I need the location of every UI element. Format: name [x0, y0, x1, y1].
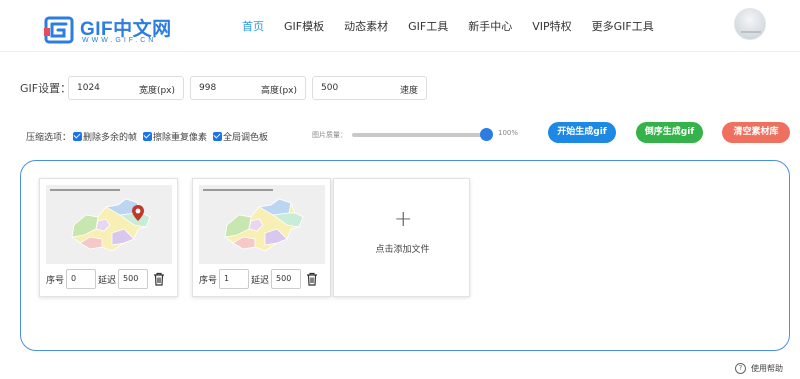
speed-unit: 速度	[399, 86, 418, 96]
nav-more-tools[interactable]: 更多GIF工具	[592, 18, 654, 36]
frame-card[interactable]: 序号 0 延迟 500	[39, 178, 178, 297]
frame-card[interactable]: 序号 1 延迟 500	[192, 178, 331, 297]
frame-index-input[interactable]: 1	[219, 269, 250, 289]
header: GIF中文网 WWW.GIF.CN 首页 GIF模板 动态素材 GIF工具 新手…	[0, 0, 800, 52]
speed-field[interactable]: 速度	[312, 76, 427, 100]
width-input[interactable]	[77, 83, 137, 93]
question-icon: ?	[735, 362, 746, 374]
frame-thumbnail	[46, 185, 172, 264]
map-image	[71, 198, 151, 252]
width-unit: 宽度(px)	[138, 86, 175, 96]
quality-value: 100%	[498, 129, 519, 137]
trash-icon[interactable]	[306, 272, 318, 286]
compression-options: 压缩选项： 删除多余的帧 擦除重复像素 全局调色板	[26, 128, 274, 144]
quality-control: 图片质量： 100%	[312, 128, 518, 142]
quality-label: 图片质量：	[312, 131, 347, 139]
height-field[interactable]: 高度(px)	[190, 76, 306, 100]
trash-icon[interactable]	[153, 272, 165, 286]
add-file-card[interactable]: + 点击添加文件	[333, 178, 470, 297]
nav-vip[interactable]: VIP特权	[532, 18, 571, 36]
frame-delay-input[interactable]: 500	[271, 269, 302, 289]
frame-delay-input[interactable]: 500	[118, 269, 149, 289]
start-generate-button[interactable]: 开始生成gif	[548, 122, 616, 143]
nav-home[interactable]: 首页	[242, 18, 264, 36]
frame-index-input[interactable]: 0	[66, 269, 97, 289]
checkbox-remove-frames[interactable]: 删除多余的帧	[73, 130, 137, 143]
speed-input[interactable]	[321, 83, 381, 93]
site-logo[interactable]: GIF中文网 WWW.GIF.CN	[44, 12, 171, 48]
checkbox-checked-icon[interactable]	[143, 131, 153, 141]
frame-thumbnail	[199, 185, 325, 264]
frame-index-label: 序号	[199, 275, 218, 286]
checkbox-label: 全局调色板	[223, 132, 269, 143]
frame-controls: 序号 1 延迟 500	[199, 269, 318, 289]
thumbnail-title-bar	[203, 189, 273, 191]
quality-slider-track[interactable]	[352, 133, 486, 137]
map-image	[224, 198, 304, 252]
nav-beginner-center[interactable]: 新手中心	[468, 18, 512, 36]
checkbox-checked-icon[interactable]	[213, 131, 223, 141]
main-nav: 首页 GIF模板 动态素材 GIF工具 新手中心 VIP特权 更多GIF工具	[242, 18, 674, 36]
logo-mark-icon	[44, 16, 74, 44]
clear-library-button[interactable]: 清空素材库	[722, 122, 790, 143]
frame-workspace[interactable]: 序号 0 延迟 500 序号 1 延迟 500 + 点击添加文件	[20, 160, 790, 351]
height-unit: 高度(px)	[260, 86, 297, 96]
frame-delay-label: 延迟	[98, 275, 117, 286]
gif-settings-label: GIF设置：	[20, 82, 72, 95]
thumbnail-title-bar	[50, 189, 120, 191]
checkbox-label: 删除多余的帧	[83, 132, 138, 143]
height-input[interactable]	[199, 83, 259, 93]
nav-gif-templates[interactable]: GIF模板	[284, 18, 324, 36]
nav-gif-tools[interactable]: GIF工具	[408, 18, 448, 36]
help-link[interactable]: ? 使用帮助	[735, 361, 783, 375]
nav-animated-assets[interactable]: 动态素材	[344, 18, 388, 36]
width-field[interactable]: 宽度(px)	[68, 76, 184, 100]
add-file-label: 点击添加文件	[375, 245, 430, 255]
help-label: 使用帮助	[751, 363, 783, 373]
logo-domain: WWW.GIF.CN	[82, 37, 157, 44]
avatar[interactable]	[734, 8, 766, 40]
plus-icon[interactable]: +	[394, 209, 412, 231]
checkbox-global-palette[interactable]: 全局调色板	[213, 130, 268, 143]
checkbox-erase-pixels[interactable]: 擦除重复像素	[143, 130, 207, 143]
checkbox-label: 擦除重复像素	[153, 132, 208, 143]
frame-delay-label: 延迟	[251, 275, 270, 286]
quality-slider-handle[interactable]	[480, 128, 493, 141]
frame-controls: 序号 0 延迟 500	[46, 269, 165, 289]
compression-label: 压缩选项：	[26, 132, 72, 143]
gif-settings-row: GIF设置： 宽度(px) 高度(px) 速度	[20, 76, 433, 100]
avatar-detail	[741, 31, 761, 33]
reverse-generate-button[interactable]: 倒序生成gif	[636, 122, 703, 143]
frame-index-label: 序号	[46, 275, 65, 286]
checkbox-checked-icon[interactable]	[73, 131, 83, 141]
